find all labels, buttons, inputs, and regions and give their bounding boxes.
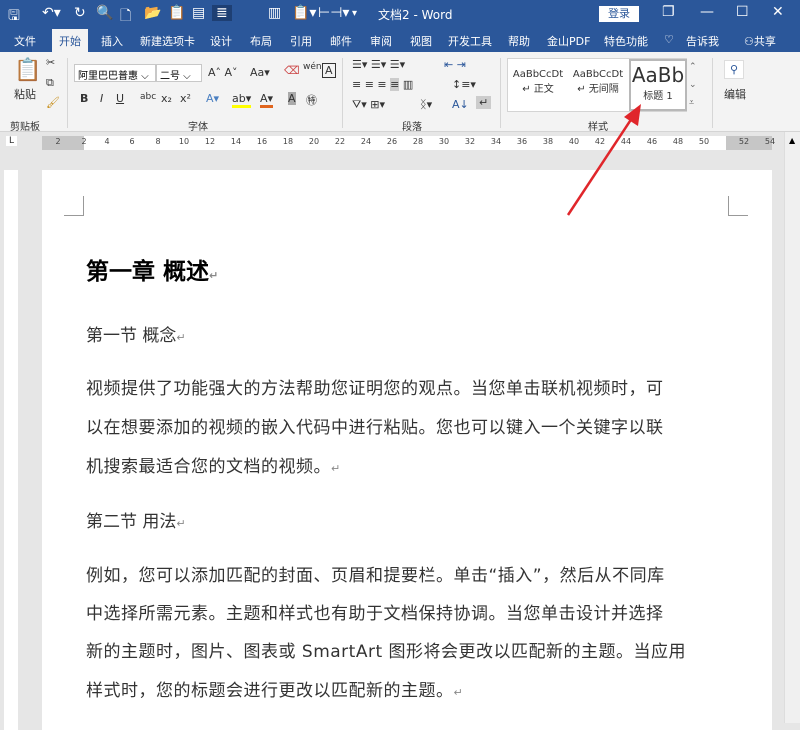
annotation-arrow <box>0 0 800 723</box>
